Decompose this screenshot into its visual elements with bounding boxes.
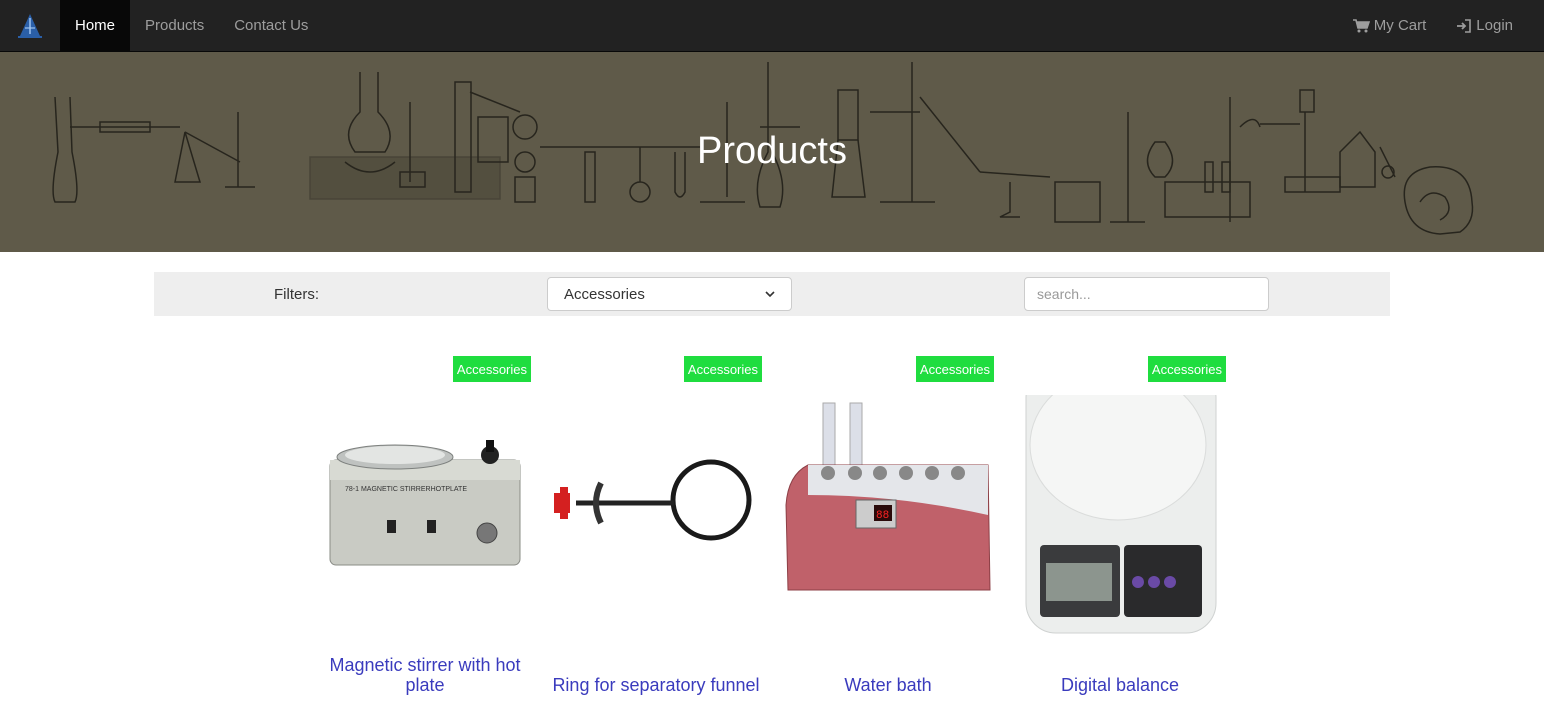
category-select[interactable]: Accessories [547,277,792,311]
hero-banner: Products [0,52,1544,252]
product-name-link[interactable]: Water bath [778,675,998,695]
nav-contact-us[interactable]: Contact Us [219,0,323,51]
svg-text:78-1 MAGNETIC STIRRERHOTPLATE: 78-1 MAGNETIC STIRRERHOTPLATE [345,486,467,493]
nav-my-cart[interactable]: My Cart [1338,0,1442,51]
login-label: Login [1476,17,1513,34]
water-bath-image[interactable]: 88 [778,395,998,645]
product-card[interactable]: Accessories Ring for separatory funnel [546,355,766,705]
login-icon [1457,18,1472,33]
brand-logo[interactable] [0,0,60,51]
logo-icon [18,13,42,38]
cart-icon [1352,18,1370,32]
search-input[interactable] [1024,277,1269,311]
product-name-link[interactable]: Digital balance [1010,675,1230,695]
page-title: Products [697,130,847,172]
product-card[interactable]: Accessories Digital balance [1010,355,1230,705]
nav-home[interactable]: Home [60,0,131,51]
category-badge: Accessories [452,356,531,382]
digital-balance-image[interactable] [1010,395,1230,645]
top-navbar: Home Products Contact Us My Cart Login [0,0,1544,52]
product-card[interactable]: Accessories 88 Water bath [778,355,998,705]
svg-text:88: 88 [876,510,889,522]
category-badge: Accessories [915,356,994,382]
category-badge: Accessories [683,356,762,382]
my-cart-label: My Cart [1373,17,1427,34]
product-name-link[interactable]: Magnetic stirrer with hot plate [315,655,535,695]
ring-stand-image[interactable] [546,395,766,645]
product-name-link[interactable]: Ring for separatory funnel [546,675,766,695]
filters-label: Filters: [274,286,319,303]
chevron-down-icon [765,290,775,297]
filter-bar: Filters: Accessories [154,272,1390,316]
category-badge: Accessories [1147,356,1226,382]
nav-products[interactable]: Products [130,0,219,51]
category-select-value: Accessories [564,285,645,303]
product-card[interactable]: Accessories 78-1 MAGNETIC STIRRERHOTPLAT… [315,355,535,705]
magnetic-stirrer-image[interactable]: 78-1 MAGNETIC STIRRERHOTPLATE [315,395,535,645]
nav-login[interactable]: Login [1441,0,1528,51]
